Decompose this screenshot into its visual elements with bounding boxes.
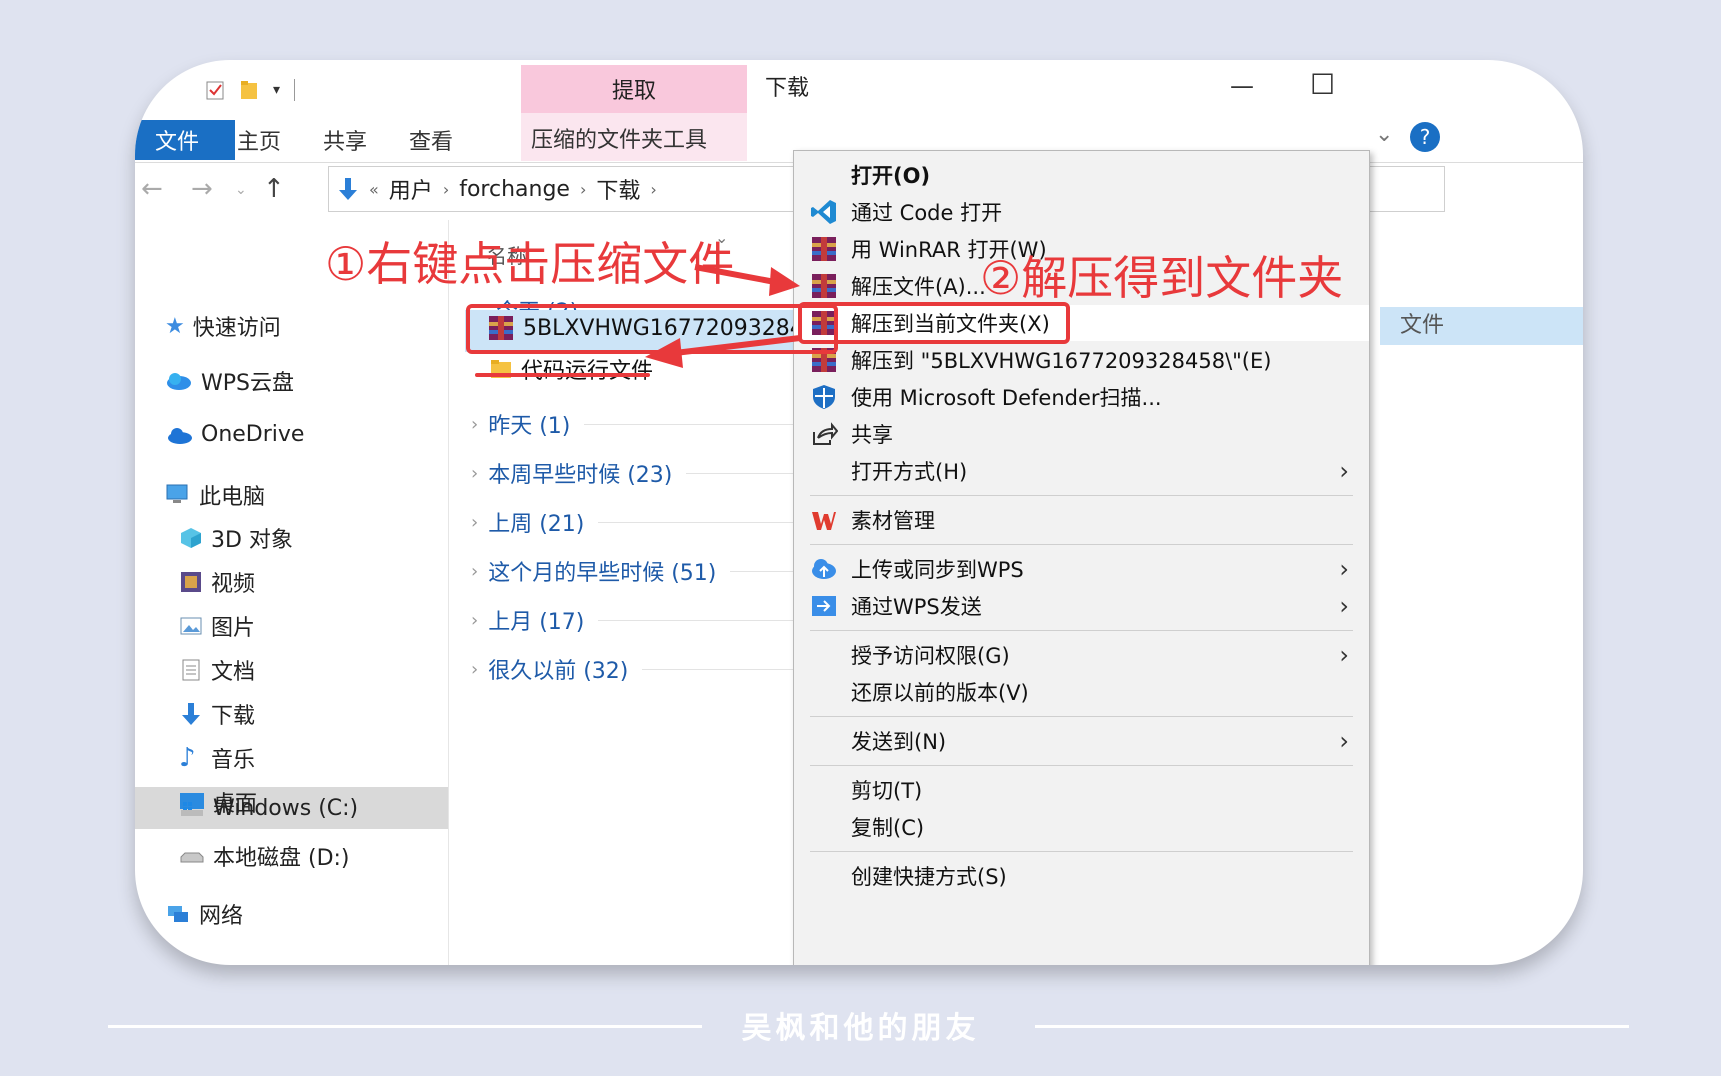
explorer-frame: ▾ 提取 下载 — ☐ 文件 主页 共享 查看 压缩的文件夹工具 ⌄ ? ← →… [135,60,1583,965]
arrow-to-context-menu [694,264,800,296]
footer-watermark: 吴枫和他的朋友 [741,1011,980,1046]
arrow-to-extracted-folder [645,335,801,368]
annotation-arrows [645,264,801,368]
